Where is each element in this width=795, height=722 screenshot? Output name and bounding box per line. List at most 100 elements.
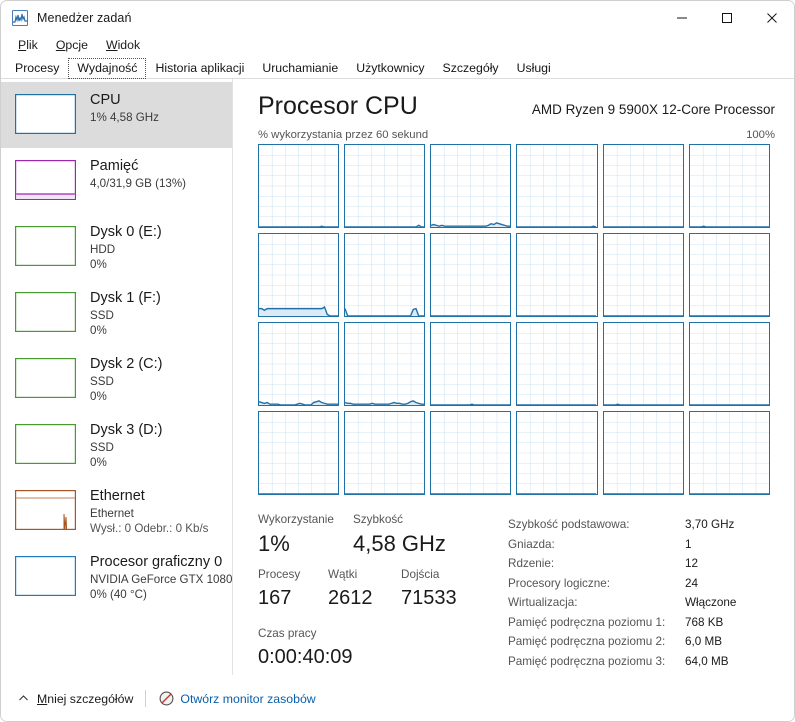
maximize-button[interactable] [704,1,749,34]
disk1-mini-graph-icon [15,292,76,332]
logical-processor-graph[interactable] [516,322,598,406]
sidebar-item-dysk-3[interactable]: Dysk 3 (D:) SSD 0% [1,412,232,478]
tab-procesy[interactable]: Procesy [6,58,68,79]
detail-value: 1 [685,537,692,551]
sidebar-item-dysk-2-sub2: 0% [90,390,107,403]
detail-label: Szybkość podstawowa: [508,518,630,531]
disk3-mini-graph-icon [15,424,76,464]
window-title: Menedżer zadań [37,10,132,25]
sidebar-item-procesor-graficzny-0[interactable]: Procesor graficzny 0 NVIDIA GeForce GTX … [1,544,232,610]
tab-uzytkownicy[interactable]: Użytkownicy [347,58,433,79]
logical-processor-graph[interactable] [258,144,340,228]
logical-processor-graph[interactable] [430,322,512,406]
tab-historia-aplikacji[interactable]: Historia aplikacji [146,58,253,79]
logical-processor-graph[interactable] [516,233,598,317]
cpu-stats: Wykorzystanie 1% Szybkość 4,58 GHz Proce… [258,511,778,672]
stat-utilization-value: 1% [258,531,290,556]
ethernet-mini-graph-icon [15,490,76,530]
logical-processor-graph[interactable] [602,233,684,317]
detail-value: 64,0 MB [685,654,729,668]
stat-uptime: Czas pracy 0:00:40:09 [258,625,508,672]
detail-label: Pamięć podręczna poziomu 2: [508,635,666,648]
minimize-button[interactable] [659,1,704,34]
logical-processor-graph[interactable] [602,144,684,228]
detail-label: Pamięć podręczna poziomu 3: [508,654,666,668]
menu-plik[interactable]: Plik [9,34,47,56]
resource-monitor-icon[interactable] [158,691,174,707]
sidebar-item-dysk-1-text: Dysk 1 (F:) SSD 0% [90,289,161,338]
sidebar-item-dysk-0-sub1: HDD [90,243,116,256]
sidebar-item-ethernet-sub2: Wysł.: 0 Odebr.: 0 Kb/s [90,522,209,535]
logical-processor-graph[interactable] [344,411,426,495]
detail-row: Procesory logiczne: 24 [508,574,778,594]
tab-uslugi[interactable]: Usługi [508,58,560,79]
sidebar-item-dysk-0[interactable]: Dysk 0 (E:) HDD 0% [1,214,232,280]
logical-processor-graph[interactable] [516,411,598,495]
stats-row-3: Czas pracy 0:00:40:09 [258,625,508,672]
sidebar-item-dysk-2-text: Dysk 2 (C:) SSD 0% [90,355,163,404]
menu-widok[interactable]: Widok [97,34,149,56]
logical-processor-graph[interactable] [258,233,340,317]
sidebar-item-ethernet-title: Ethernet [90,488,145,504]
close-button[interactable] [749,1,794,34]
logical-processor-graph[interactable] [258,322,340,406]
cpu-model-label: AMD Ryzen 9 5900X 12-Core Processor [531,102,775,117]
logical-processor-graph[interactable] [344,144,426,228]
logical-processor-graph[interactable] [344,233,426,317]
sidebar-item-pamiec-title: Pamięć [90,158,139,174]
logical-processor-grid[interactable] [258,144,770,495]
sidebar-item-ethernet[interactable]: Ethernet Ethernet Wysł.: 0 Odebr.: 0 Kb/… [1,478,232,544]
logical-processor-graph[interactable] [258,411,340,495]
graph-caption-right: 100% [746,129,775,141]
logical-processor-graph[interactable] [344,322,426,406]
sidebar-item-dysk-1[interactable]: Dysk 1 (F:) SSD 0% [1,280,232,346]
logical-processor-graph[interactable] [688,144,770,228]
sidebar-item-dysk-2[interactable]: Dysk 2 (C:) SSD 0% [1,346,232,412]
detail-row: Gniazda: 1 [508,535,778,555]
less-details-button[interactable]: Mniej szczegółów [37,692,133,706]
graph-caption-left: % wykorzystania przez 60 sekund [258,129,429,141]
logical-processor-graph[interactable] [430,233,512,317]
sidebar-item-gpu-title: Procesor graficzny 0 [90,554,223,570]
logical-processor-graph[interactable] [688,322,770,406]
tab-szczegoly[interactable]: Szczegóły [434,58,508,79]
cpu-mini-graph-icon [15,94,76,134]
resource-sidebar[interactable]: CPU 1% 4,58 GHz Pamięć 4,0/31,9 GB (13%) [1,79,232,718]
sidebar-item-dysk-0-sub2: 0% [90,258,107,271]
chevron-up-icon[interactable] [15,691,31,707]
task-manager-window: Menedżer zadań Plik Opcje Widok Procesy … [0,0,795,722]
tab-wydajnosc[interactable]: Wydajność [68,58,147,79]
sidebar-item-pamiec[interactable]: Pamięć 4,0/31,9 GB (13%) [1,148,232,214]
disk0-mini-graph-icon [15,226,76,266]
logical-processor-graph[interactable] [688,411,770,495]
stat-processes-value: 167 [258,587,292,609]
detail-value: 12 [685,557,699,570]
sidebar-item-cpu[interactable]: CPU 1% 4,58 GHz [1,82,232,148]
tab-uruchamianie[interactable]: Uruchamianie [253,58,347,79]
logical-processor-graph[interactable] [602,322,684,406]
detail-value: 3,70 GHz [685,518,735,531]
stat-threads-label: Wątki [328,568,358,581]
logical-processor-graph[interactable] [602,411,684,495]
stat-threads: Wątki 2612 [328,566,401,613]
content-area: CPU 1% 4,58 GHz Pamięć 4,0/31,9 GB (13%) [1,79,794,718]
open-resource-monitor-link[interactable]: Otwórz monitor zasobów [180,692,315,706]
stat-threads-value: 2612 [328,587,373,609]
detail-label: Procesory logiczne: [508,576,610,590]
sidebar-item-ethernet-sub1: Ethernet [90,507,134,520]
detail-label: Wirtualizacja: [508,596,578,609]
stat-uptime-value: 0:00:40:09 [258,646,353,668]
tab-strip: Procesy Wydajność Historia aplikacji Uru… [1,56,794,79]
sidebar-item-dysk-3-sub2: 0% [90,456,107,469]
task-manager-chart-icon [12,9,28,26]
logical-processor-graph[interactable] [516,144,598,228]
menu-opcje[interactable]: Opcje [47,34,97,56]
stat-utilization-label: Wykorzystanie [258,513,334,526]
cpu-stats-primary: Wykorzystanie 1% Szybkość 4,58 GHz Proce… [258,511,508,672]
sidebar-item-dysk-0-text: Dysk 0 (E:) HDD 0% [90,223,162,272]
status-bar: Mniej szczegółów Otwórz monitor zasobów [1,675,794,721]
logical-processor-graph[interactable] [430,144,512,228]
sidebar-item-dysk-3-sub1: SSD [90,441,114,454]
logical-processor-graph[interactable] [688,233,770,317]
logical-processor-graph[interactable] [430,411,512,495]
